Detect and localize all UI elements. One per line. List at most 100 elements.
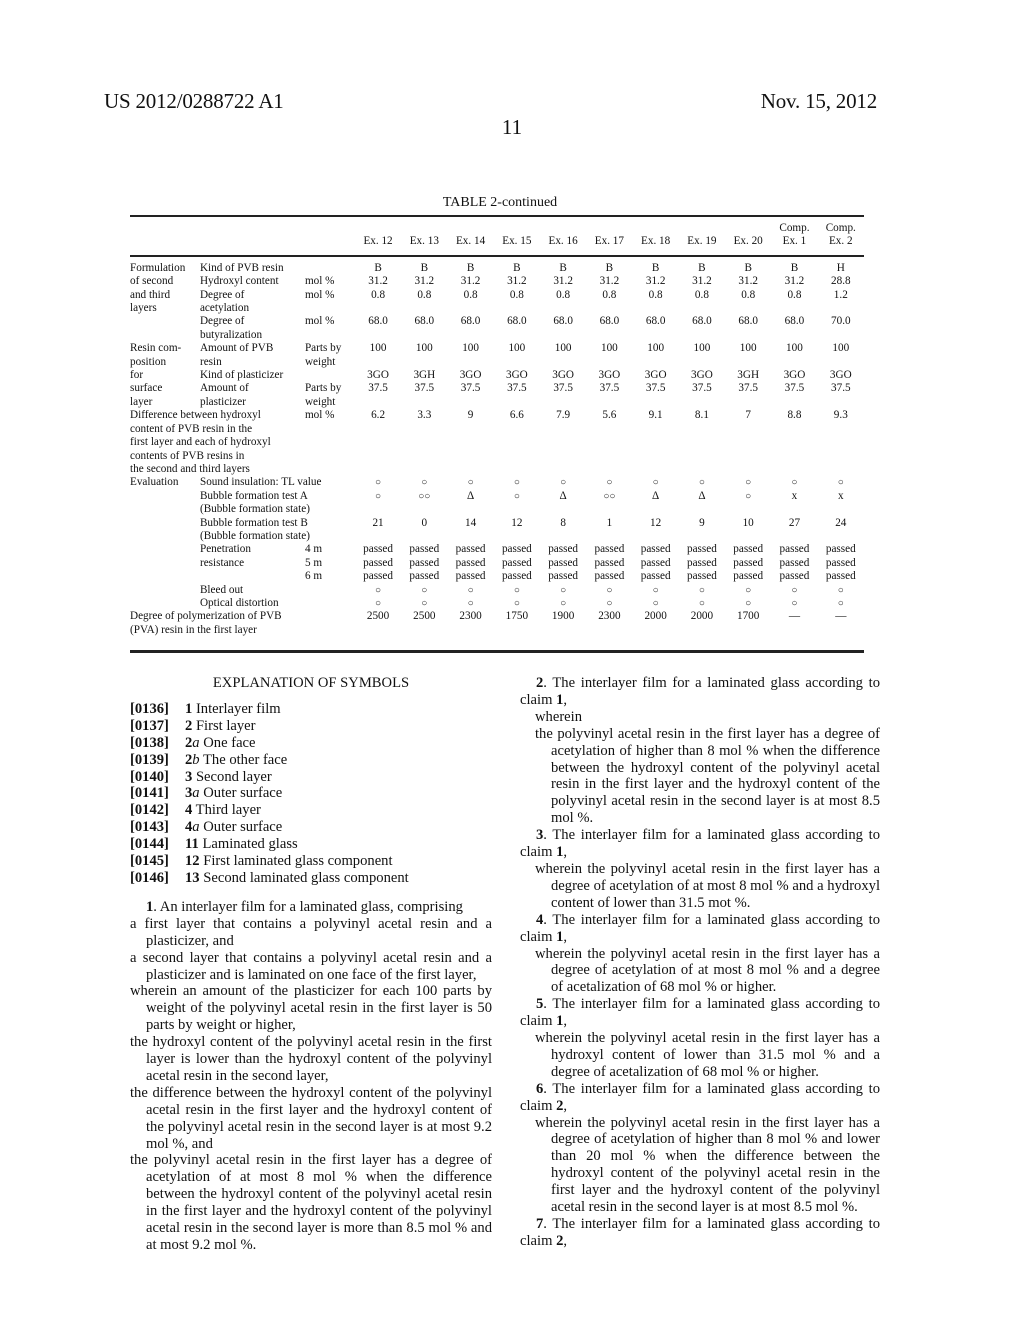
claim-1: 1. An interlayer film for a laminated gl…: [130, 899, 492, 1254]
table-cell: [355, 302, 401, 315]
symbol-text: The other face: [199, 751, 288, 768]
table-cell: passed: [363, 543, 393, 556]
claim-6: 6. The interlayer film for a laminated g…: [520, 1081, 880, 1216]
table-cell: [494, 503, 540, 516]
claim-preamble-text: . The interlayer film for a laminated gl…: [520, 1080, 880, 1114]
paragraph-number: [0144]: [130, 836, 169, 853]
table-cell: [540, 356, 586, 369]
table-cell: [633, 423, 679, 436]
table-cell: 3GO: [829, 369, 852, 382]
table-cell: 2000: [644, 610, 667, 623]
table-cell: 2500: [366, 610, 390, 623]
table-cell: [818, 450, 864, 463]
table-cell: ○: [375, 490, 382, 502]
row-item-label: Optical distortion: [199, 596, 279, 609]
table-cell: [771, 463, 817, 476]
table-cell: 2300: [459, 610, 482, 623]
row-unit: [305, 436, 355, 449]
table-cell: ○: [513, 597, 520, 609]
row-group-label: surface: [130, 382, 163, 395]
table-cell: [725, 624, 771, 637]
row-group-label: layers: [130, 302, 157, 315]
table-row: layer plasticizer weight: [130, 396, 864, 409]
row-item-label: plasticizer: [199, 395, 246, 408]
row-item-label: Bubble formation test A: [199, 489, 308, 502]
table-cell: [401, 624, 447, 637]
table-cell: [679, 329, 725, 342]
row-group-label: [130, 570, 200, 583]
publication-date: Nov. 15, 2012: [760, 89, 877, 113]
table-cell: passed: [363, 556, 393, 569]
claim-2: 2. The interlayer film for a laminated g…: [520, 675, 880, 827]
row-group-label: for: [130, 369, 144, 382]
table-cell: ○: [513, 490, 520, 502]
table-cell: [586, 624, 632, 637]
row-unit: weight: [304, 395, 336, 408]
table-cell: 31.2: [692, 275, 712, 288]
table-cell: 3GO: [598, 369, 621, 382]
table-cell: 37.5: [414, 382, 435, 395]
symbol-description: 2b The other face: [185, 752, 287, 769]
table-cell: ○: [791, 597, 798, 609]
row-group-label: [130, 584, 200, 597]
table-cell: 24: [835, 516, 847, 529]
table-cell: 37.5: [738, 382, 758, 395]
table-cell: 37.5: [368, 382, 388, 395]
column-header-line1: Comp.: [779, 222, 810, 234]
table-cell: [447, 329, 493, 342]
row-item-label: Kind of PVB resin: [199, 261, 284, 274]
column-header: Ex. 12: [355, 222, 401, 253]
table-cell: 37.5: [784, 382, 805, 395]
symbol-description: 2a One face: [185, 735, 256, 752]
table-cell: 6.2: [371, 409, 386, 422]
table-cell: ○: [791, 477, 798, 489]
table-cell: 7.9: [556, 409, 571, 422]
table-row: the second and third layers: [130, 463, 864, 476]
claim-intro-text: . An interlayer film for a laminated gla…: [153, 898, 463, 915]
table-row: Bubble formation test B 21 0 14 12 8 1 12 9 10 27 2…: [130, 517, 864, 530]
table-cell: 9: [467, 409, 474, 422]
table-cell: [725, 436, 771, 449]
row-label: Degree of polymerization of PVB: [130, 610, 282, 623]
table-cell: passed: [363, 570, 393, 583]
table-cell: passed: [687, 556, 717, 569]
table-cell: 31.2: [645, 275, 666, 288]
table-cell: —: [835, 610, 847, 623]
symbol-item: [0139] 2b The other face: [130, 752, 492, 769]
table-cell: passed: [409, 556, 440, 569]
table-cell: ○: [698, 597, 705, 609]
table-cell: [447, 450, 493, 463]
row-unit: mol %: [304, 288, 335, 301]
table-cell: 31.2: [599, 275, 620, 288]
table-cell: 0: [421, 516, 428, 529]
claim-3: 3. The interlayer film for a laminated g…: [520, 827, 880, 912]
table-cell: [494, 396, 540, 409]
table-cell: 100: [600, 342, 618, 355]
symbol-text: Outer surface: [199, 819, 283, 836]
row-group-label: [130, 315, 200, 328]
table-cell: 28.8: [831, 275, 851, 288]
table-row: 6 m passed passed passed passed passed passed p…: [130, 570, 864, 583]
table-cell: 2000: [690, 610, 714, 623]
table-cell: [494, 423, 540, 436]
table-cell: passed: [640, 570, 671, 583]
table-cell: 37.5: [692, 382, 712, 395]
paragraph-number: [0145]: [130, 853, 169, 870]
table-cell: [725, 463, 771, 476]
table-cell: 1: [606, 516, 613, 529]
table-row: contents of PVB resins in: [130, 450, 864, 463]
paragraph-number: [0146]: [130, 869, 169, 886]
table-cell: x: [837, 489, 844, 502]
table-cell: [679, 396, 725, 409]
table-cell: [494, 624, 540, 637]
column-header-line2: Ex. 18: [641, 235, 671, 248]
table-title: TABLE 2-continued: [442, 195, 558, 210]
table-cell: ○: [513, 584, 520, 596]
claim-preamble: 5. The interlayer film for a laminated g…: [520, 996, 880, 1030]
symbol-description: 12 First laminated glass component: [185, 853, 393, 870]
symbol-text: Outer surface: [199, 785, 283, 802]
table-cell: [355, 329, 401, 342]
table-cell: [447, 396, 493, 409]
table-cell: B: [559, 261, 567, 274]
table-cell: 100: [554, 342, 572, 355]
